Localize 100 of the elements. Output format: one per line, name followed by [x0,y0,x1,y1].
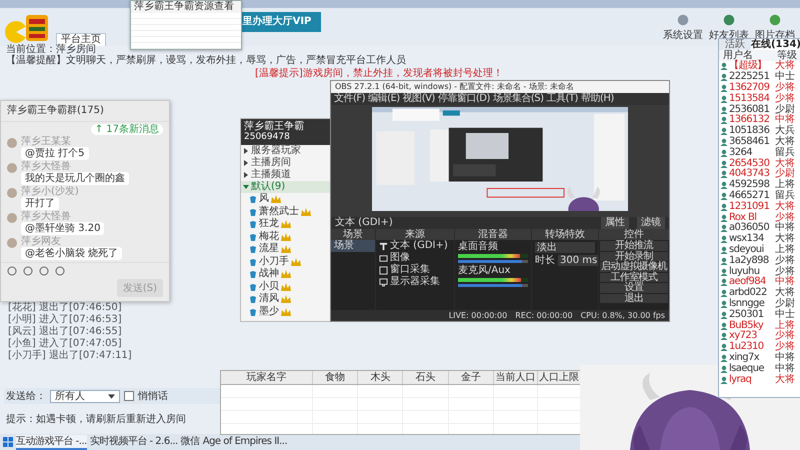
user-name[interactable]: arbd022 [729,288,774,298]
user-name[interactable]: 2225251 [729,72,774,82]
user-name[interactable]: 3264 [729,148,774,158]
panel-header: 来源 [376,229,454,240]
status-text: CPU: 0.8%, 30.00 fps [580,310,665,321]
duration-field[interactable]: 300 ms [558,255,598,266]
user-name[interactable]: wsx134 [729,234,774,244]
control-button[interactable]: 设置 [600,283,668,292]
user-name[interactable]: lsnngge [729,298,774,309]
scene-item[interactable]: 场景 [331,240,375,252]
user-name[interactable]: 4592598 [729,180,774,190]
control-button[interactable]: 启动虚拟摄像机 [600,262,668,272]
user-name[interactable]: 4043743 [729,169,774,180]
user-name[interactable]: xing7x [729,352,774,363]
menu-item[interactable]: 视图(V) [402,93,435,105]
user-name[interactable]: 4665271 [729,190,774,201]
menu-item[interactable]: 文件(F) [334,93,366,105]
user-rank: 少将 [775,331,795,342]
user-name[interactable]: 1231091 [729,202,774,212]
member-name[interactable]: 小刀手 [259,256,289,268]
user-tab[interactable]: 活跃 [719,39,751,50]
member-name[interactable]: 梅花 [259,230,279,243]
user-rank: 少将 [775,342,795,352]
user-name[interactable]: 250301 [729,310,774,320]
member-name[interactable]: 小贝 [259,280,279,293]
user-name[interactable]: luyuhu [729,266,774,277]
user-name[interactable]: a036050 [729,223,774,234]
user-name[interactable]: lsaeque [729,364,774,374]
user-rank: 少尉 [775,298,795,309]
transition-dropdown[interactable]: 淡出 [535,242,595,253]
group-item[interactable]: 主播房间 [241,157,331,169]
user-rank: 少将 [775,256,795,266]
taskbar-item[interactable]: Age of Empires II... [202,434,288,450]
member-name[interactable]: 战神 [259,268,279,280]
column-header: 用户名 [723,50,753,61]
user-name[interactable]: 1513584 [729,94,774,104]
source-item[interactable]: 文本 (GDI+) [390,240,448,252]
column-header: 木头 [358,371,404,384]
log-line: [花花] 退出了[07:46:50] [8,302,123,314]
tip-text: 提示：如遇卡顿，请刷新后重新进入房间 [6,414,186,425]
source-bar-button[interactable]: 滤镜 [637,217,665,229]
menu-item[interactable]: 编辑(E) [368,93,400,105]
user-name[interactable]: Rox Bl [729,212,774,223]
user-name[interactable]: 1362709 [729,82,774,93]
user-name[interactable]: 3658461 [729,136,774,147]
user-name[interactable]: lyraq [729,374,774,384]
user-rank: 大将 [775,374,795,384]
toolbar-button[interactable]: 系统设置 [662,12,704,42]
user-rank: 少将 [775,82,795,93]
menu-item[interactable]: 停靠窗口(D) [438,93,490,105]
taskbar-item[interactable]: 实时视频平台 - 2.6... [90,434,178,450]
message-bubble: 我的天是玩几个圈的鑫 [21,172,129,185]
menu-item[interactable]: 帮助(H) [580,93,614,105]
user-name[interactable]: 2654530 [729,158,774,169]
source-item[interactable]: 窗口采集 [390,264,430,276]
menu-item[interactable]: 工具(T) [546,93,578,105]
log-line: [小鱼] 进入了[07:47:05] [8,338,123,350]
member-name[interactable]: 风 [259,193,269,206]
user-name[interactable]: xy723 [729,331,774,342]
user-name[interactable]: 【超级】 [729,61,774,72]
user-rank: 中将 [775,223,795,234]
user-rank: 中将 [775,277,795,288]
user-tab[interactable]: 在线(134) [750,39,800,50]
column-header: 石头 [403,371,449,384]
user-name[interactable]: 1a2y898 [729,256,774,266]
menu-item[interactable]: 场景集合(S) [492,93,544,105]
member-name[interactable]: 流星 [259,243,279,256]
user-name[interactable]: 1366132 [729,115,774,126]
user-rank: 中士 [775,72,795,82]
group-title: 萍乡霸王争霸 [244,121,305,132]
obs-title: OBS 27.2.1 (64-bit, windows) - 配置文件: 未命名 - 场景: 未命名 [331,81,669,93]
control-button[interactable]: 开始录制 [600,252,668,261]
group-item[interactable]: 主播频道 [241,169,331,181]
user-name[interactable]: aeof984 [729,277,774,288]
group-item[interactable]: 默认(9) [241,181,331,193]
user-rank: 上将 [775,320,795,331]
member-name[interactable]: 狂龙 [259,218,279,230]
member-name[interactable]: 清风 [259,293,279,306]
user-rank: 大将 [775,234,795,244]
panel-header: 转场特效 [532,229,598,240]
recipient-dropdown[interactable]: 所有人 [50,390,120,402]
control-button[interactable]: 退出 [600,294,668,303]
source-item[interactable]: 显示器采集 [390,276,440,288]
message-bubble: @墨轩坐骑 3.20 [21,222,104,235]
group-item[interactable]: 服务器玩家 [241,145,331,157]
user-name[interactable]: 1u2310 [729,342,774,352]
source-item[interactable]: 图像 [390,252,410,264]
user-name[interactable]: BuB5ky [729,320,774,331]
user-name[interactable]: 1051836 [729,126,774,136]
new-messages-badge[interactable]: ↑ 17条新消息 [90,124,163,135]
control-button[interactable]: 开始推流 [600,241,668,250]
source-bar-button[interactable]: 属性 [601,217,629,229]
taskbar-item[interactable]: 互动游戏平台 -... [16,434,87,450]
member-name[interactable]: 萧然武士 [259,206,299,218]
taskbar-item[interactable]: 微信 [180,434,200,450]
column-header: 等级 [777,50,797,61]
member-name[interactable]: 墨少 [259,306,279,318]
user-name[interactable]: sdeyoui [729,244,774,255]
user-name[interactable]: 2536081 [729,104,774,115]
control-button[interactable]: 工作室模式 [600,272,668,282]
